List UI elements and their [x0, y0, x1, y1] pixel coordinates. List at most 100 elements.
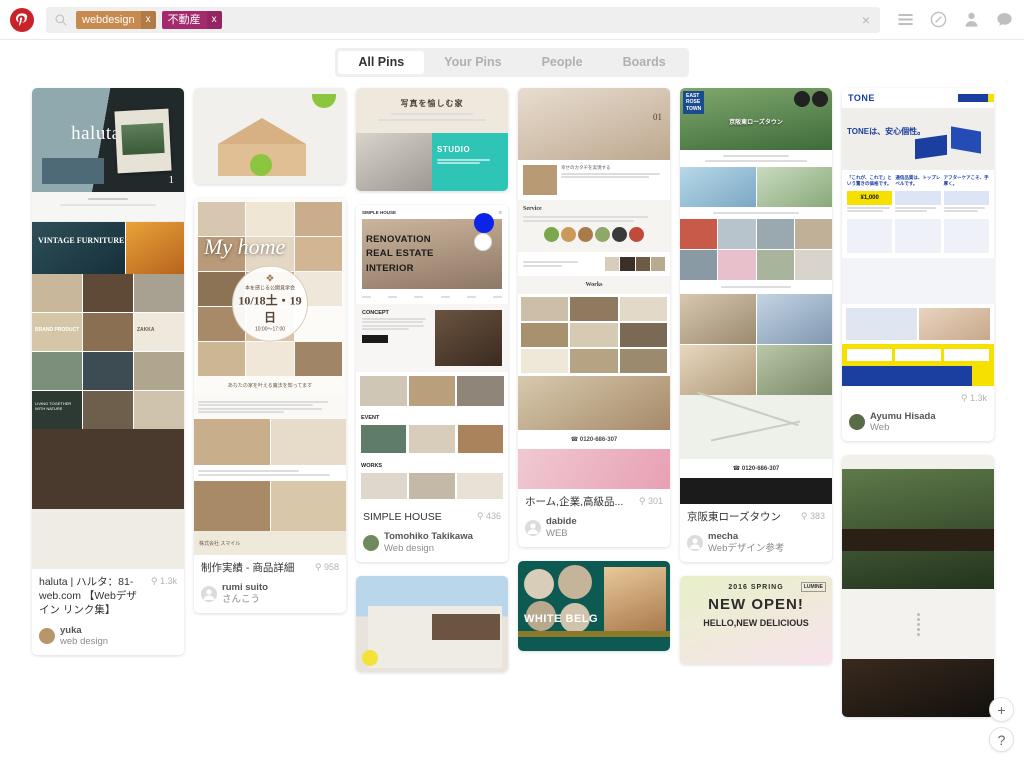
- clear-search-icon[interactable]: ×: [858, 12, 874, 28]
- pin-image-haluta: haluta 1 VINTAGE FURNITURE BRAND PRODUCT…: [32, 88, 184, 569]
- pin-repin-count: ⚲ 958: [314, 562, 339, 572]
- pin-user[interactable]: yuka web design: [39, 625, 177, 648]
- pin-card[interactable]: haluta 1 VINTAGE FURNITURE BRAND PRODUCT…: [32, 88, 184, 656]
- pin-image-building: [356, 575, 508, 672]
- pin-board-name: Web design: [384, 542, 434, 554]
- pin-tag-label: BRAND PRODUCT: [35, 327, 80, 333]
- pin-card[interactable]: 01 幸せのカタチを実現する Service Works ☎ 0120-686-…: [518, 88, 670, 547]
- pin-meta: ホーム,企業,高級品... ⚲ 301 dabide WEB: [518, 489, 670, 547]
- messages-chat-icon[interactable]: [995, 10, 1014, 29]
- compass-explore-icon[interactable]: [929, 10, 948, 29]
- hamburger-menu-icon[interactable]: [896, 10, 915, 29]
- pin-user[interactable]: Tomohiko Takikawa Web design: [363, 531, 501, 554]
- pin-user[interactable]: mecha Webデザイン参考: [687, 531, 825, 554]
- pin-user[interactable]: rumi suito さんこう: [201, 582, 339, 605]
- pin-image-myhome: My home ❖ 本を感じる公開見学会 10/18土・19日 10:00〜17…: [194, 198, 346, 555]
- badge-date: 10/18土・19日: [238, 294, 302, 326]
- pin-card[interactable]: 写真を愉しむ家 STUDIO: [356, 88, 508, 191]
- pin-col2: 通信品質は、トップレベルです。: [895, 175, 941, 187]
- search-icon: [55, 13, 67, 26]
- avatar: [849, 414, 865, 431]
- pin-title: haluta | ハルタ：81-web.com 【Webデザイン リンク集】: [39, 576, 137, 617]
- top-header: webdesign x 不動産 x ×: [0, 0, 1024, 40]
- pin-section-works: WORKS: [361, 463, 383, 469]
- pin-subhead: HELLO,NEW DELICIOUS: [703, 617, 809, 628]
- pin-title: ホーム,企業,高級品...: [525, 496, 624, 508]
- pin-headline: RENOVATION REAL ESTATE INTERIOR: [366, 234, 434, 274]
- pin-board-name: Web: [870, 422, 890, 434]
- pin-tag-label-3: LIVING TOGETHER WITH NATURE: [35, 401, 72, 412]
- badge-time: 10:00〜17:00: [254, 327, 286, 334]
- pin-hero-text: haluta: [71, 122, 121, 144]
- pin-footer-text: あなたの家を叶える魔法を知ってます: [227, 383, 313, 389]
- pin-brand: WHITE BELG: [524, 612, 599, 625]
- search-tag-fudosan[interactable]: 不動産 x: [161, 10, 222, 29]
- pin-headline: 写真を愉しむ家: [400, 99, 464, 108]
- pin-card[interactable]: WHITE BELG: [518, 560, 670, 651]
- pin-user-name: dabide: [546, 516, 577, 528]
- avatar: [525, 519, 541, 536]
- pin-repin-count: ⚲ 383: [800, 511, 825, 521]
- search-tag-label: 不動産: [167, 13, 201, 26]
- pin-col1: 「これが、これで」という驚きの価格です。: [847, 175, 892, 187]
- help-button[interactable]: ?: [989, 727, 1014, 752]
- tab-people[interactable]: People: [522, 51, 603, 74]
- pin-user-name: Ayumu Hisada: [870, 410, 936, 422]
- avatar: [39, 627, 55, 644]
- add-pin-button[interactable]: +: [989, 697, 1014, 722]
- pin-section-event: EVENT: [361, 415, 380, 421]
- pin-dot-strip: [842, 589, 994, 660]
- pin-headline: NEW OPEN!: [708, 595, 804, 613]
- pin-hero-number: 01: [653, 112, 662, 122]
- pin-user[interactable]: dabide WEB: [525, 516, 663, 539]
- pin-title: SIMPLE HOUSE: [363, 511, 442, 523]
- header-icon-group: [896, 10, 1014, 29]
- pin-user-name: Tomohiko Takikawa: [384, 531, 473, 543]
- pin-card[interactable]: EAST ROSE TOWN 京阪東ローズタウン ☎ 0120-686-307 …: [680, 88, 832, 562]
- pin-card[interactable]: [356, 575, 508, 672]
- pin-user-name: mecha: [708, 531, 739, 543]
- pin-image-temple: [842, 455, 994, 718]
- pin-hero-text: 京阪東ローズタウン: [729, 119, 783, 126]
- pin-card[interactable]: SIMPLE HOUSE ☰ RENOVATION REAL ESTATE IN…: [356, 205, 508, 562]
- search-tag-webdesign[interactable]: webdesign x: [76, 10, 156, 29]
- search-bar[interactable]: webdesign x 不動産 x ×: [46, 6, 880, 33]
- pin-studio-label: STUDIO: [437, 145, 471, 154]
- pin-brand: SIMPLE HOUSE: [362, 210, 397, 215]
- pin-grid: haluta 1 VINTAGE FURNITURE BRAND PRODUCT…: [0, 84, 1024, 762]
- tab-all-pins[interactable]: All Pins: [338, 50, 425, 74]
- pin-section-concept: CONCEPT: [362, 310, 389, 316]
- pin-section-label: VINTAGE FURNITURE: [38, 236, 125, 245]
- pin-repin-count: ⚲ 301: [638, 496, 663, 506]
- pin-card[interactable]: [842, 455, 994, 718]
- pin-user[interactable]: Ayumu Hisada Web: [849, 411, 987, 434]
- pin-meta: haluta | ハルタ：81-web.com 【Webデザイン リンク集】 ⚲…: [32, 569, 184, 655]
- profile-person-icon[interactable]: [962, 10, 981, 29]
- pin-board-name: web design: [60, 635, 109, 647]
- tab-boards[interactable]: Boards: [603, 51, 686, 74]
- pin-card[interactable]: My home ❖ 本を感じる公開見学会 10/18土・19日 10:00〜17…: [194, 198, 346, 613]
- pin-title: 京阪東ローズタウン: [687, 511, 781, 523]
- pin-user-name: rumi suito: [222, 582, 268, 594]
- pin-image-architecture: 01 幸せのカタチを実現する Service Works ☎ 0120-686-…: [518, 88, 670, 489]
- pin-board-name: さんこう: [222, 593, 261, 605]
- pin-card[interactable]: [194, 88, 346, 184]
- badge-line1: 本を感じる公開見学会: [244, 286, 295, 293]
- pin-tagline: 幸せのカタチを実現する: [561, 165, 611, 170]
- search-input[interactable]: [228, 7, 874, 33]
- pin-year: 2016 SPRING: [728, 583, 784, 591]
- search-tag-remove-icon[interactable]: x: [140, 10, 156, 29]
- pin-image-photohouse: 写真を愉しむ家 STUDIO: [356, 88, 508, 191]
- pin-meta: 制作実績 - 商品詳細 ⚲ 958 rumi suito さんこう: [194, 555, 346, 613]
- pin-image-whitebelg: WHITE BELG: [518, 560, 670, 651]
- pin-card[interactable]: TONE TONEは、安心個性。 「これが、これで」という驚きの価格です。 ¥1…: [842, 88, 994, 442]
- pin-board-name: Webデザイン参考: [708, 542, 785, 554]
- pin-section-service: Service: [523, 206, 542, 212]
- avatar: [687, 534, 703, 551]
- avatar: [201, 585, 217, 602]
- pin-phone: ☎ 0120-686-307: [518, 430, 670, 449]
- pin-card[interactable]: LUMINE 2016 SPRING NEW OPEN! HELLO,NEW D…: [680, 575, 832, 664]
- search-tag-remove-icon[interactable]: x: [206, 10, 222, 29]
- pinterest-logo[interactable]: [10, 7, 34, 32]
- tab-your-pins[interactable]: Your Pins: [424, 51, 521, 74]
